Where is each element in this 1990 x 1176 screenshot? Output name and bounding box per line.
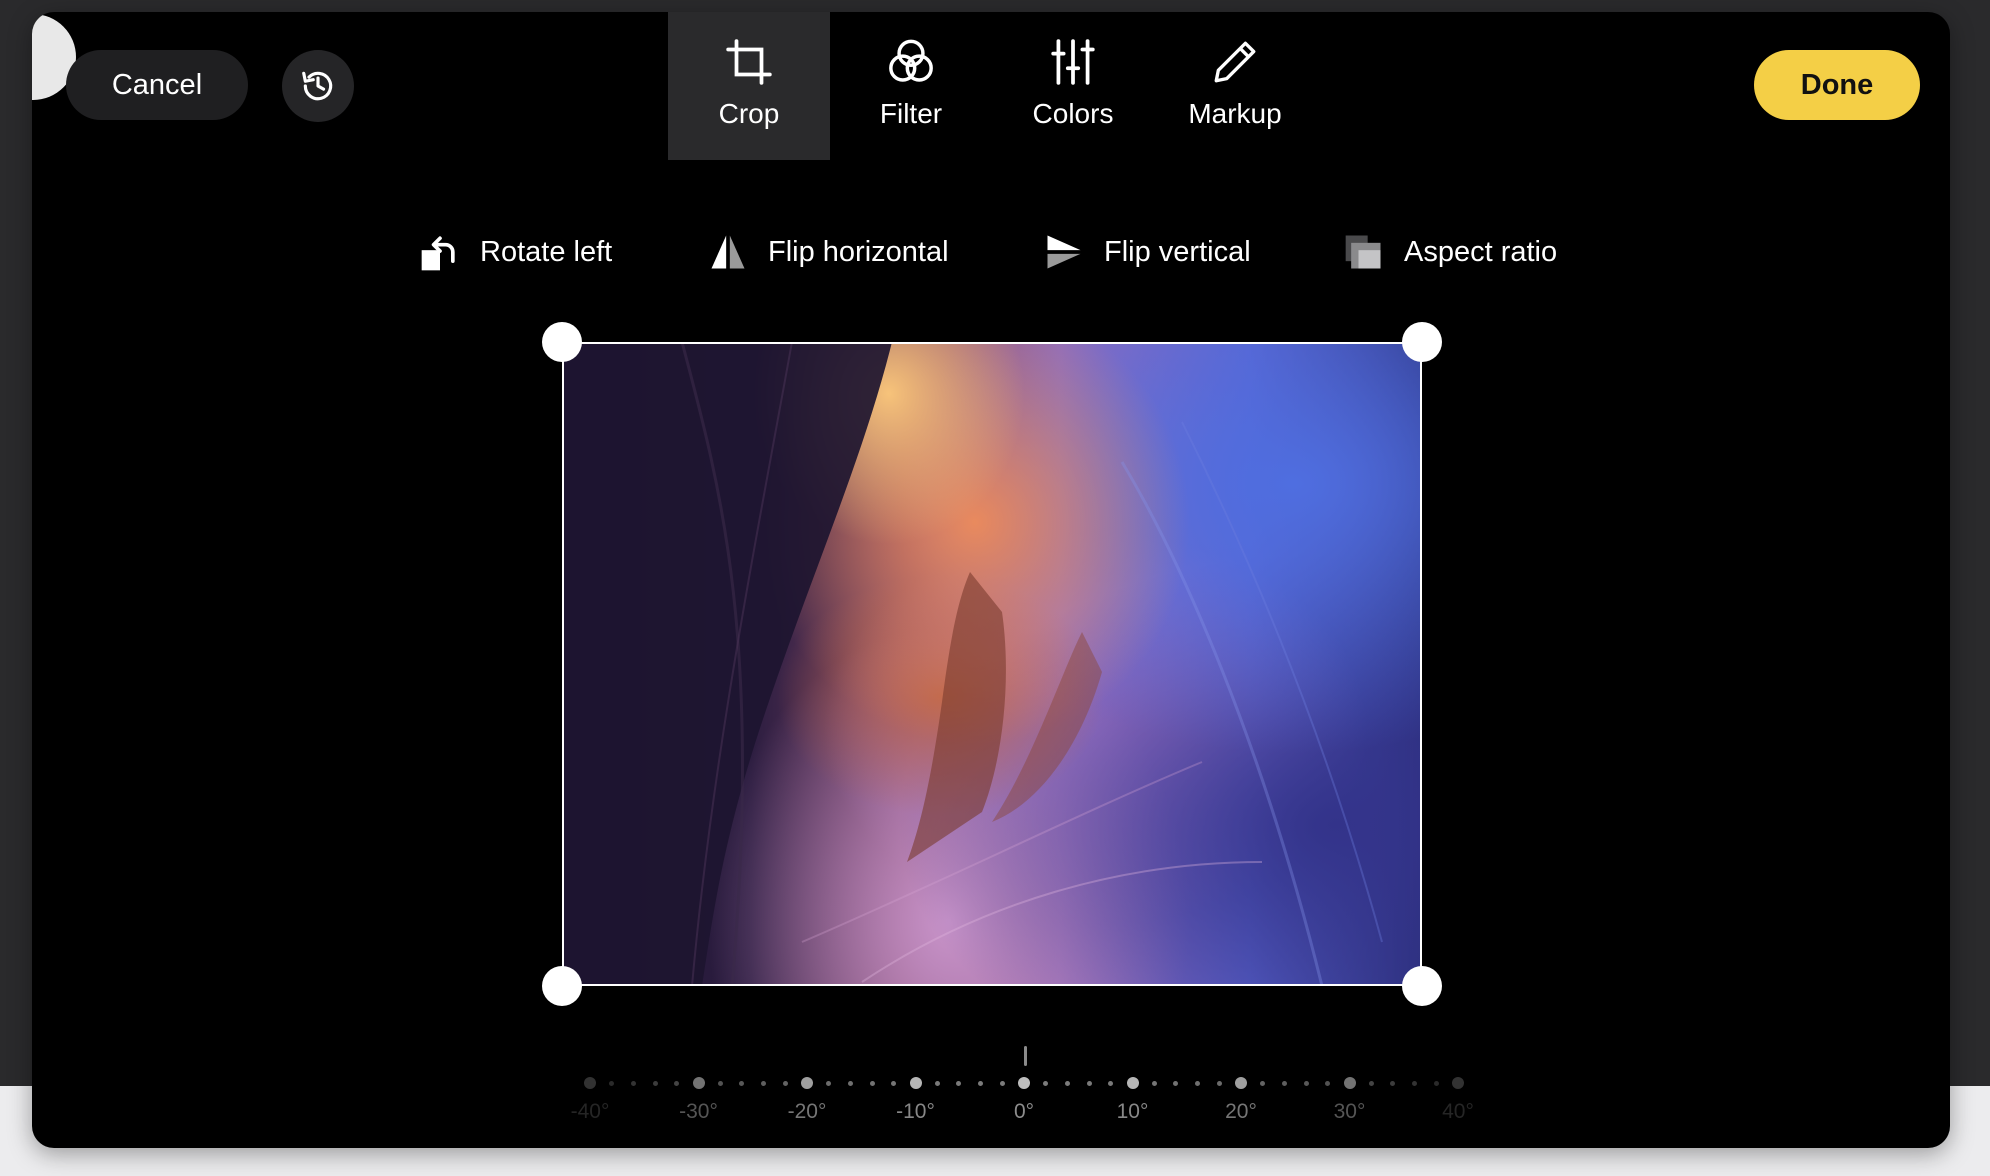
dial-label: -30° bbox=[679, 1100, 718, 1123]
tab-colors[interactable]: Colors bbox=[992, 12, 1154, 160]
tab-label: Markup bbox=[1188, 98, 1282, 129]
dial-minor-tick bbox=[1368, 1080, 1374, 1086]
rotate-left-button[interactable]: Rotate left bbox=[418, 222, 612, 282]
dial-label: 40° bbox=[1442, 1100, 1474, 1123]
crop-toolbar: Rotate left Flip horizontal Flip vertica… bbox=[32, 222, 1950, 282]
flip-horizontal-label: Flip horizontal bbox=[768, 235, 949, 268]
dial-minor-tick bbox=[1086, 1080, 1092, 1086]
crop-frame bbox=[562, 342, 1422, 986]
dial-label: -10° bbox=[896, 1100, 935, 1123]
dial-minor-tick bbox=[1390, 1080, 1396, 1086]
aspect-ratio-icon bbox=[1345, 235, 1381, 269]
done-button[interactable]: Done bbox=[1754, 50, 1920, 120]
dial-minor-tick bbox=[826, 1080, 832, 1086]
tab-markup[interactable]: Markup bbox=[1154, 12, 1316, 160]
dial-minor-tick bbox=[1173, 1080, 1179, 1086]
aspect-ratio-button[interactable]: Aspect ratio bbox=[1342, 222, 1557, 282]
dial-minor-tick bbox=[717, 1080, 723, 1086]
filter-icon bbox=[889, 39, 933, 82]
tab-label: Colors bbox=[1032, 98, 1114, 129]
tab-filter[interactable]: Filter bbox=[830, 12, 992, 160]
dial-major-tick bbox=[692, 1077, 705, 1089]
dial-minor-tick bbox=[956, 1080, 962, 1086]
dial-minor-tick bbox=[1108, 1080, 1114, 1086]
dial-minor-tick bbox=[1151, 1080, 1157, 1086]
dial-minor-tick bbox=[1064, 1080, 1070, 1086]
flip-vertical-icon bbox=[1047, 235, 1081, 269]
dial-minor-tick bbox=[1412, 1080, 1418, 1086]
rotate-left-label: Rotate left bbox=[480, 235, 613, 268]
dial-major-tick bbox=[1126, 1077, 1139, 1089]
dial-minor-tick bbox=[782, 1080, 788, 1086]
dial-minor-tick bbox=[1325, 1080, 1331, 1086]
dial-label: 10° bbox=[1116, 1100, 1149, 1123]
pencil-icon bbox=[1214, 41, 1256, 83]
dial-minor-tick bbox=[1216, 1080, 1222, 1086]
dial-ticks bbox=[552, 1076, 1482, 1090]
dial-indicator bbox=[1024, 1046, 1027, 1066]
flip-horizontal-button[interactable]: Flip horizontal bbox=[706, 222, 949, 282]
dial-minor-tick bbox=[1043, 1080, 1049, 1086]
cancel-button[interactable]: Cancel bbox=[66, 50, 248, 120]
crop-handle-top-right[interactable] bbox=[1402, 322, 1442, 362]
rotate-left-icon bbox=[421, 236, 455, 271]
dial-major-tick bbox=[909, 1077, 922, 1089]
photo-editor: Cancel Crop Filter Colors Markup Done Ro… bbox=[32, 12, 1950, 1148]
dial-minor-tick bbox=[1195, 1080, 1201, 1086]
crop-icon bbox=[726, 39, 772, 85]
history-button[interactable] bbox=[282, 50, 354, 122]
dial-minor-tick bbox=[630, 1080, 636, 1086]
straighten-dial[interactable]: -40° -30° -20° -10° 0° 10° 20° 30° 40° bbox=[552, 1032, 1482, 1142]
dial-minor-tick bbox=[1260, 1080, 1266, 1086]
dial-minor-tick bbox=[609, 1080, 615, 1086]
dial-minor-tick bbox=[739, 1080, 745, 1086]
dial-minor-tick bbox=[978, 1080, 984, 1086]
dial-minor-tick bbox=[891, 1080, 897, 1086]
history-icon bbox=[302, 71, 333, 101]
dial-label: -20° bbox=[787, 1100, 827, 1123]
flip-vertical-label: Flip vertical bbox=[1104, 235, 1251, 268]
dial-major-tick bbox=[1452, 1077, 1464, 1089]
dial-major-tick bbox=[801, 1077, 813, 1089]
crop-area[interactable] bbox=[542, 322, 1442, 1006]
crop-handle-bottom-right[interactable] bbox=[1402, 966, 1442, 1006]
dial-label: 20° bbox=[1225, 1100, 1257, 1123]
dial-label: 30° bbox=[1333, 1100, 1366, 1123]
dial-minor-tick bbox=[869, 1080, 875, 1086]
dial-label: 0° bbox=[1013, 1100, 1035, 1123]
tab-label: Filter bbox=[879, 98, 943, 129]
dial-major-tick bbox=[1018, 1077, 1030, 1089]
crop-handle-top-left[interactable] bbox=[542, 322, 582, 362]
sliders-icon bbox=[1051, 39, 1095, 85]
dial-major-tick bbox=[584, 1077, 596, 1089]
dial-major-tick bbox=[1235, 1077, 1247, 1089]
crop-handle-bottom-left[interactable] bbox=[542, 966, 582, 1006]
dial-minor-tick bbox=[847, 1080, 853, 1086]
dial-minor-tick bbox=[1433, 1080, 1439, 1086]
tab-crop[interactable]: Crop bbox=[668, 12, 830, 160]
dial-labels: -40° -30° -20° -10° 0° 10° 20° 30° 40° bbox=[552, 1100, 1482, 1130]
dial-minor-tick bbox=[674, 1080, 680, 1086]
dial-minor-tick bbox=[934, 1080, 940, 1086]
aspect-ratio-label: Aspect ratio bbox=[1404, 235, 1558, 268]
dial-minor-tick bbox=[1281, 1080, 1287, 1086]
dial-major-tick bbox=[1343, 1077, 1356, 1089]
tab-label: Crop bbox=[718, 98, 780, 129]
dial-minor-tick bbox=[999, 1080, 1005, 1086]
flip-horizontal-icon bbox=[711, 235, 745, 269]
dial-minor-tick bbox=[761, 1080, 767, 1086]
dial-minor-tick bbox=[1303, 1080, 1309, 1086]
dial-label: -40° bbox=[570, 1100, 610, 1123]
edit-mode-tabs: Crop Filter Colors Markup bbox=[668, 12, 1316, 160]
flip-vertical-button[interactable]: Flip vertical bbox=[1042, 222, 1251, 282]
dial-minor-tick bbox=[652, 1080, 658, 1086]
